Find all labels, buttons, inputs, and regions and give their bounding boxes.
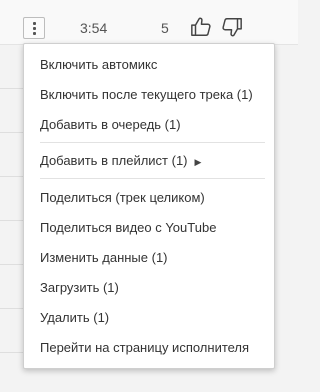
- row-divider: [0, 352, 24, 353]
- menu-item-label: Поделиться видео с YouTube: [40, 220, 217, 235]
- vertical-dots-icon-dot: [33, 32, 36, 35]
- menu-item-play-next[interactable]: Включить после текущего трека (1): [40, 85, 253, 105]
- menu-item-label: Включить после текущего трека (1): [40, 87, 253, 102]
- menu-item-download[interactable]: Загрузить (1): [40, 278, 119, 298]
- menu-item-add-to-queue[interactable]: Добавить в очередь (1): [40, 115, 181, 135]
- vertical-dots-icon-dot: [33, 27, 36, 30]
- context-menu: Включить автомикс Включить после текущег…: [23, 43, 275, 369]
- menu-item-share-youtube[interactable]: Поделиться видео с YouTube: [40, 218, 216, 238]
- submenu-arrow-icon: ▶: [194, 157, 202, 167]
- menu-item-label: Включить автомикс: [40, 57, 158, 72]
- vertical-dots-icon: [33, 22, 36, 25]
- track-duration: 3:54: [80, 20, 108, 36]
- menu-item-label: Перейти на страницу исполнителя: [40, 340, 250, 355]
- menu-item-label: Добавить в плейлист (1): [40, 153, 188, 168]
- menu-item-label: Добавить в очередь (1): [40, 117, 181, 132]
- menu-item-label: Поделиться (трек целиком): [40, 190, 205, 205]
- rating-count: 5: [161, 20, 169, 36]
- row-divider: [0, 176, 24, 177]
- menu-item-add-to-playlist[interactable]: Добавить в плейлист (1) ▶: [40, 151, 201, 171]
- row-divider: [0, 264, 24, 265]
- thumbs-down-icon[interactable]: [221, 16, 243, 38]
- menu-item-edit-info[interactable]: Изменить данные (1): [40, 248, 168, 268]
- row-divider: [0, 88, 24, 89]
- menu-separator: [40, 178, 265, 179]
- menu-item-label: Удалить (1): [40, 310, 110, 325]
- menu-separator: [40, 142, 265, 143]
- menu-item-go-to-artist[interactable]: Перейти на страницу исполнителя: [40, 338, 249, 358]
- row-divider: [0, 132, 24, 133]
- menu-item-label: Изменить данные (1): [40, 250, 168, 265]
- thumbs-up-icon[interactable]: [190, 16, 212, 38]
- row-divider: [0, 220, 24, 221]
- menu-item-label: Загрузить (1): [40, 280, 119, 295]
- more-options-button[interactable]: [23, 17, 45, 39]
- menu-item-autoplay[interactable]: Включить автомикс: [40, 55, 157, 75]
- menu-item-delete[interactable]: Удалить (1): [40, 308, 109, 328]
- row-divider: [0, 308, 24, 309]
- menu-item-share-track[interactable]: Поделиться (трек целиком): [40, 188, 205, 208]
